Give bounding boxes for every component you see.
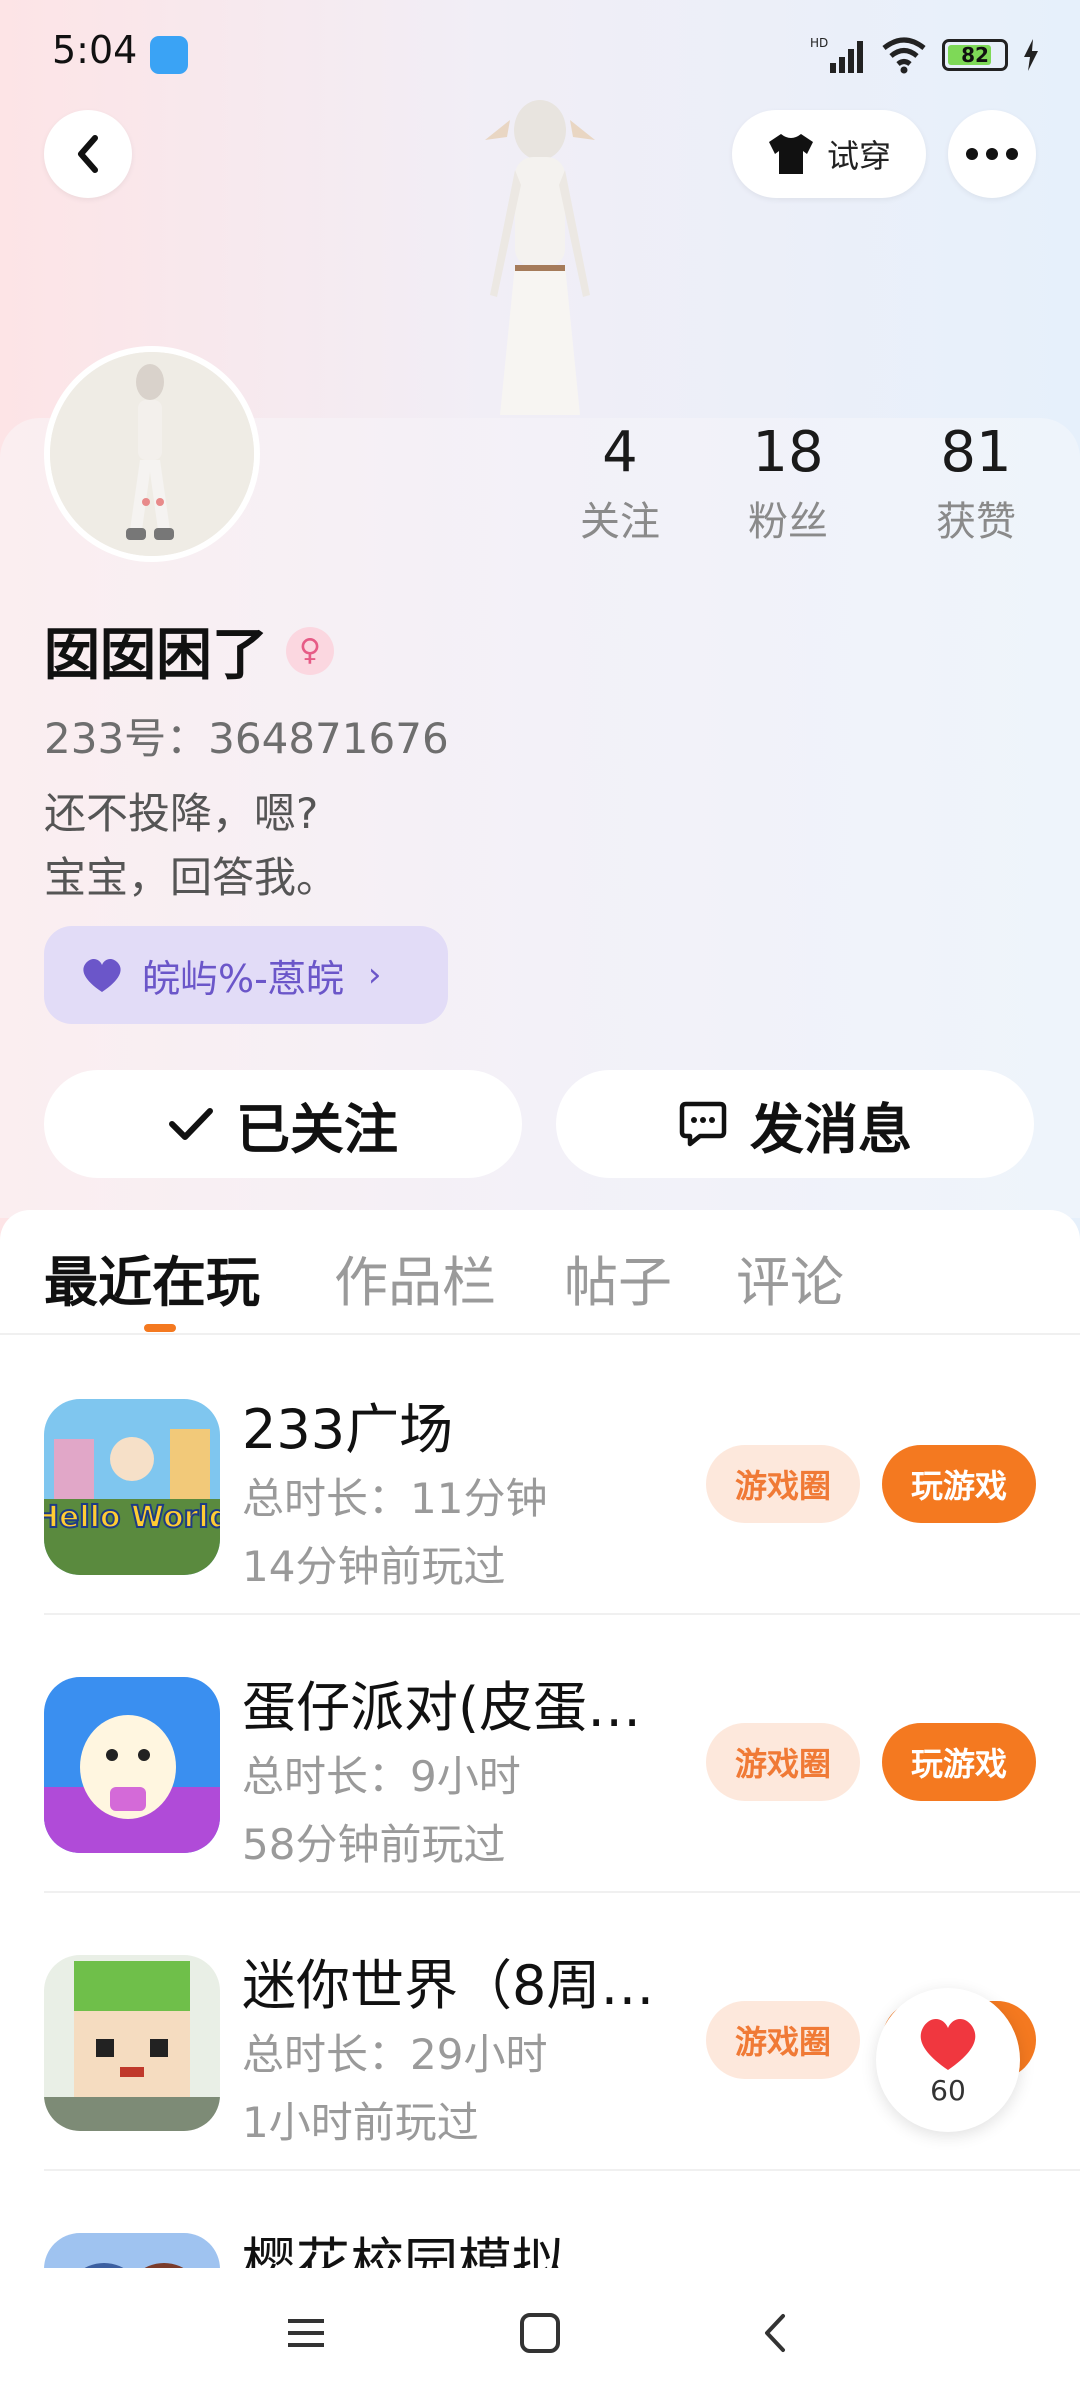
avatar[interactable] xyxy=(44,346,260,562)
game-icon: Hello World xyxy=(44,1399,220,1575)
avatar-model-figure xyxy=(485,100,595,415)
system-nav-bar xyxy=(0,2268,1080,2400)
play-game-button[interactable]: 玩游戏 xyxy=(882,1723,1036,1801)
battery-icon: 82 xyxy=(942,39,1008,71)
bio-line: 还不投降，嗯? xyxy=(44,789,319,838)
more-button[interactable] xyxy=(948,110,1036,198)
more-dots-icon xyxy=(966,148,1018,160)
family-tag-label: 皖屿%-蒽皖 xyxy=(142,956,344,1001)
tab-comments[interactable]: 评论 xyxy=(736,1238,844,1317)
chat-bubble-icon xyxy=(679,1101,727,1147)
back-nav-button[interactable] xyxy=(734,2298,814,2368)
game-icon xyxy=(44,1955,220,2131)
notification-app-icon xyxy=(150,36,188,74)
back-arrow-icon xyxy=(765,2314,785,2352)
wifi-icon xyxy=(882,37,926,74)
try-on-label: 试穿 xyxy=(826,137,891,175)
game-last-played: 58分钟前玩过 xyxy=(242,1820,506,1869)
like-count: 60 xyxy=(930,2073,966,2107)
tab-posts[interactable]: 帖子 xyxy=(564,1238,672,1317)
game-icon xyxy=(44,1677,220,1853)
chevron-left-icon xyxy=(78,135,98,173)
charging-icon xyxy=(1024,39,1038,71)
game-title: 蛋仔派对(皮蛋… xyxy=(242,1676,642,1739)
follow-button[interactable]: 已关注 xyxy=(44,1070,522,1178)
battery-level: 82 xyxy=(961,43,989,67)
game-duration: 总时长：9小时 xyxy=(242,1752,521,1801)
stat-fans-label: 粉丝 xyxy=(748,499,828,545)
game-list-item[interactable]: 蛋仔派对(皮蛋… 总时长：9小时 58分钟前玩过 游戏圈 玩游戏 xyxy=(0,1615,1080,1893)
female-gender-icon: ♀ xyxy=(286,626,334,675)
heart-icon xyxy=(920,2018,976,2070)
game-duration: 总时长：29小时 xyxy=(242,2030,548,2079)
nickname: 囡囡困了 xyxy=(44,623,268,688)
stat-likes-label: 获赞 xyxy=(936,499,1016,545)
game-last-played: 1小时前玩过 xyxy=(242,2098,479,2147)
game-circle-button[interactable]: 游戏圈 xyxy=(706,1445,860,1523)
game-duration: 总时长：11分钟 xyxy=(242,1474,548,1523)
family-tag[interactable]: 皖屿%-蒽皖 › xyxy=(44,926,448,1024)
home-nav-button[interactable] xyxy=(500,2298,580,2368)
home-square-icon xyxy=(520,2313,560,2353)
play-game-button[interactable]: 玩游戏 xyxy=(882,1445,1036,1523)
stat-following-value: 4 xyxy=(602,420,638,485)
menu-icon xyxy=(288,2319,324,2347)
try-on-button[interactable]: 试穿 xyxy=(732,110,926,198)
tab-works[interactable]: 作品栏 xyxy=(334,1238,496,1317)
network-label: HD xyxy=(810,36,828,50)
game-icon-mini-world xyxy=(44,1955,220,2131)
game-last-played: 14分钟前玩过 xyxy=(242,1542,506,1591)
game-title: 233广场 xyxy=(242,1398,454,1461)
bio-line: 宝宝，回答我。 xyxy=(44,853,339,902)
heart-icon xyxy=(83,958,121,992)
message-label: 发消息 xyxy=(750,1097,912,1161)
checkmark-icon xyxy=(169,1108,213,1140)
stat-fans[interactable]: 18 粉丝 xyxy=(708,420,868,547)
signal-icon: HD xyxy=(810,36,863,73)
tab-active-indicator xyxy=(144,1324,176,1332)
stat-fans-value: 18 xyxy=(752,420,824,485)
message-button[interactable]: 发消息 xyxy=(556,1070,1034,1178)
tab-recently-played[interactable]: 最近在玩 xyxy=(44,1238,260,1317)
status-indicators: HD 82 xyxy=(810,30,1040,80)
profile-stats: 4 关注 18 粉丝 81 获赞 xyxy=(540,420,1040,560)
menu-nav-button[interactable] xyxy=(266,2298,346,2368)
game-circle-button[interactable]: 游戏圈 xyxy=(706,2001,860,2079)
game-circle-button[interactable]: 游戏圈 xyxy=(706,1723,860,1801)
stat-likes[interactable]: 81 获赞 xyxy=(896,420,1056,547)
stat-likes-value: 81 xyxy=(940,420,1012,485)
back-button[interactable] xyxy=(44,110,132,198)
user-id: 233号：364871676 xyxy=(44,714,449,763)
bio: 还不投降，嗯? 宝宝，回答我。 xyxy=(44,782,338,910)
tab-bar: 最近在玩 作品栏 帖子 评论 xyxy=(0,1210,1080,1335)
follow-label: 已关注 xyxy=(236,1097,398,1161)
stat-following[interactable]: 4 关注 xyxy=(540,420,700,547)
nickname-row: 囡囡困了 ♀ xyxy=(44,610,334,691)
game-icon-233-plaza: Hello World xyxy=(44,1399,220,1575)
profile-screen: 5:04 HD 82 试穿 4 关注 18 粉丝 81 获赞 囡囡困了 ♀ 23… xyxy=(0,0,1080,2400)
game-icon-eggy-party xyxy=(44,1677,220,1853)
status-bar: 5:04 HD 82 xyxy=(0,0,1080,110)
game-icon-text: Hello World xyxy=(44,1500,220,1535)
game-title: 迷你世界（8周… xyxy=(242,1954,655,2017)
game-list-item[interactable]: Hello World 233广场 总时长：11分钟 14分钟前玩过 游戏圈 玩… xyxy=(0,1337,1080,1615)
tabs-divider xyxy=(0,1333,1080,1335)
like-button[interactable]: 60 xyxy=(876,1988,1020,2132)
tshirt-icon xyxy=(768,134,813,174)
chevron-right-icon: › xyxy=(367,955,382,995)
status-time: 5:04 xyxy=(52,28,138,72)
avatar-figure xyxy=(50,352,254,556)
stat-following-label: 关注 xyxy=(580,499,660,545)
